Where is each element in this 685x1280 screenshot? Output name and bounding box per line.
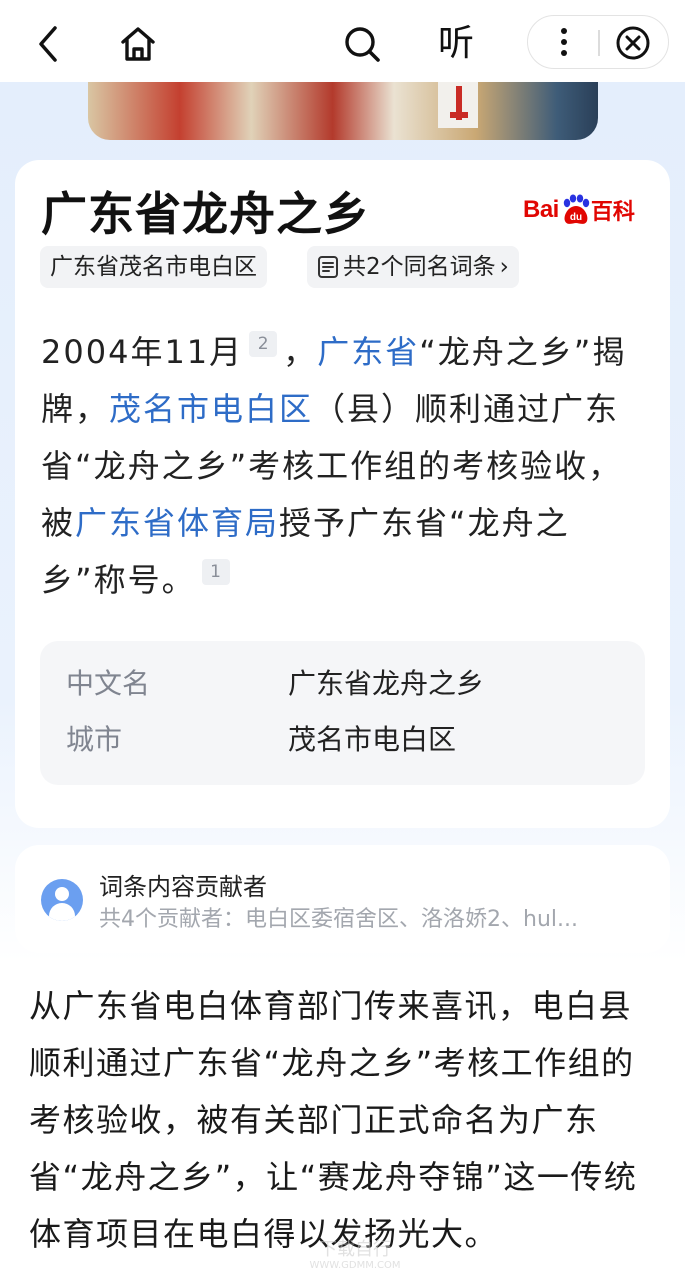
top-navigation-bar: 听 xyxy=(0,0,685,82)
baidu-paw-icon: du xyxy=(563,194,590,224)
logo-text-du: du xyxy=(570,212,582,223)
dragon-boat-image[interactable] xyxy=(88,82,598,140)
location-tag[interactable]: 广东省茂名市电白区 xyxy=(40,246,267,288)
link-dianbai[interactable]: 茂名市电白区 xyxy=(109,390,313,428)
link-guangdong[interactable]: 广东省 xyxy=(317,333,419,371)
mini-program-capsule xyxy=(527,15,669,69)
chevron-right-icon: › xyxy=(499,254,509,280)
basic-info-box: 中文名 广东省龙舟之乡 城市 茂名市电白区 xyxy=(40,641,645,785)
watermark-url: WWW.GDMM.COM xyxy=(309,1260,401,1271)
contributors-summary: 共4个贡献者：电白区委宿舍区、洛洛娇2、hul... xyxy=(99,907,578,932)
home-icon xyxy=(121,27,155,61)
same-name-label: 共2个同名词条 xyxy=(343,254,496,280)
info-key: 城市 xyxy=(66,723,123,756)
same-name-entries-button[interactable]: 共2个同名词条 › xyxy=(307,246,519,288)
baidu-baike-logo: Bai du 百科 xyxy=(523,188,635,232)
search-button[interactable] xyxy=(336,18,388,70)
image-post-decoration xyxy=(438,82,478,128)
more-button[interactable] xyxy=(544,22,584,62)
home-button[interactable] xyxy=(112,18,164,70)
logo-text-baike: 百科 xyxy=(590,200,635,225)
listen-button[interactable]: 听 xyxy=(428,16,484,72)
search-icon xyxy=(345,27,380,62)
info-value: 广东省龙舟之乡 xyxy=(288,667,485,700)
entry-summary: 2004年11月 2 ，广东省“龙舟之乡”揭牌，茂名市电白区（县）顺利通过广东省“龙… xyxy=(41,324,651,609)
entry-title: 广东省龙舟之乡 xyxy=(41,187,370,241)
back-arrow-icon xyxy=(39,26,57,62)
reference-2[interactable]: 2 xyxy=(249,331,278,357)
contributor-avatar-icon xyxy=(41,879,83,921)
summary-date: 2004年11月 xyxy=(41,333,244,371)
close-circle-icon xyxy=(616,26,650,60)
info-value: 茂名市电白区 xyxy=(288,723,457,756)
contributors-title: 词条内容贡献者 xyxy=(99,873,267,901)
document-list-icon xyxy=(318,256,338,278)
watermark: 下载自行 WWW.GDMM.COM xyxy=(250,1240,460,1276)
reference-1[interactable]: 1 xyxy=(201,559,230,585)
link-sports-bureau[interactable]: 广东省体育局 xyxy=(75,504,279,542)
contributors-card[interactable]: 词条内容贡献者 共4个贡献者：电白区委宿舍区、洛洛娇2、hul... xyxy=(15,845,670,953)
capsule-divider xyxy=(598,30,600,56)
close-button[interactable] xyxy=(612,22,654,64)
back-button[interactable] xyxy=(22,18,74,70)
more-vertical-icon xyxy=(561,28,567,56)
logo-text-bai: Bai xyxy=(523,196,559,223)
info-key: 中文名 xyxy=(66,667,151,700)
article-paragraph: 从广东省电白体育部门传来喜讯，电白县顺利通过广东省“龙舟之乡”考核工作组的考核验… xyxy=(29,987,638,1253)
entry-card: 广东省龙舟之乡 Bai du 百科 广东省茂名市电白区 共2个同名词条 › 20… xyxy=(15,160,670,828)
watermark-text: 下载自行 xyxy=(319,1239,391,1260)
summary-comma: ， xyxy=(283,333,318,371)
